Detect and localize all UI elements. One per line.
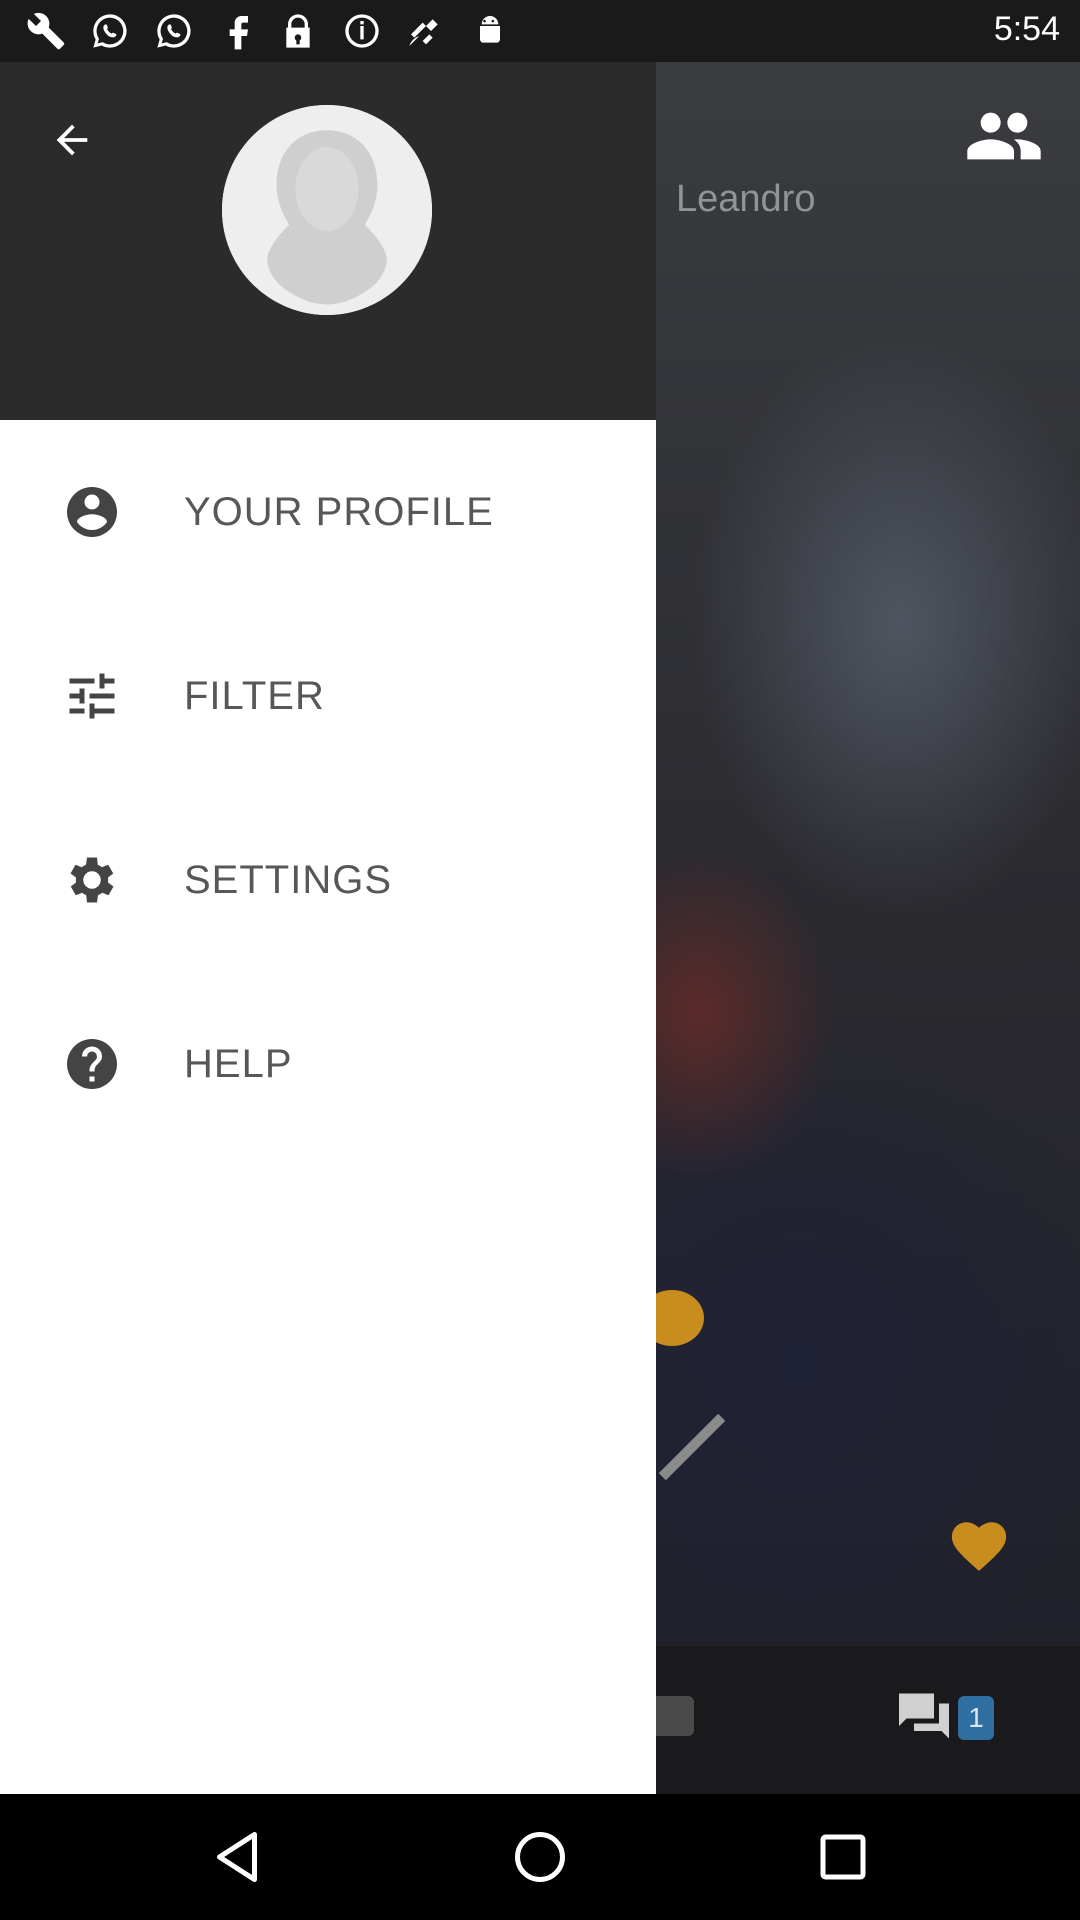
status-bar: 5:54 (0, 0, 1080, 62)
nav-home-icon[interactable] (510, 1827, 570, 1887)
menu-item-filter[interactable]: FILTER (0, 626, 656, 766)
whatsapp-icon (90, 11, 130, 51)
info-icon (342, 11, 382, 51)
clock: 5:54 (993, 10, 1060, 48)
android-icon (470, 11, 510, 51)
back-button[interactable] (40, 108, 104, 172)
heart-icon[interactable] (948, 1516, 1010, 1574)
menu-item-label: YOUR PROFILE (184, 489, 494, 534)
whatsapp-icon (154, 11, 194, 51)
navigation-drawer: YOUR PROFILE FILTER SETTINGS HELP (0, 62, 656, 1794)
nav-recents-icon[interactable] (813, 1827, 873, 1887)
nav-back-icon[interactable] (207, 1827, 267, 1887)
lock-icon (278, 11, 318, 51)
menu-item-label: HELP (184, 1041, 293, 1086)
facebook-icon (218, 11, 258, 51)
menu-item-label: SETTINGS (184, 857, 393, 902)
menu-item-settings[interactable]: SETTINGS (0, 810, 656, 950)
chat-icon[interactable] (894, 1688, 954, 1744)
menu-item-help[interactable]: HELP (0, 994, 656, 1134)
wrench-icon (26, 11, 66, 51)
conversation-names: Leandro (676, 178, 816, 220)
gear-icon (62, 850, 122, 910)
menu-item-label: FILTER (184, 673, 325, 718)
group-icon[interactable] (964, 104, 1044, 168)
system-nav-bar (0, 1794, 1080, 1920)
default-avatar-silhouette (222, 105, 432, 315)
sliders-icon (62, 666, 122, 726)
arrow-back-icon (56, 124, 88, 156)
fake-gps-icon (406, 11, 446, 51)
help-circle-icon (62, 1034, 122, 1094)
drawer-header (0, 62, 656, 420)
menu-item-your-profile[interactable]: YOUR PROFILE (0, 442, 656, 582)
account-circle-icon (62, 482, 122, 542)
avatar[interactable] (222, 105, 432, 315)
chat-badge: 1 (958, 1696, 994, 1740)
